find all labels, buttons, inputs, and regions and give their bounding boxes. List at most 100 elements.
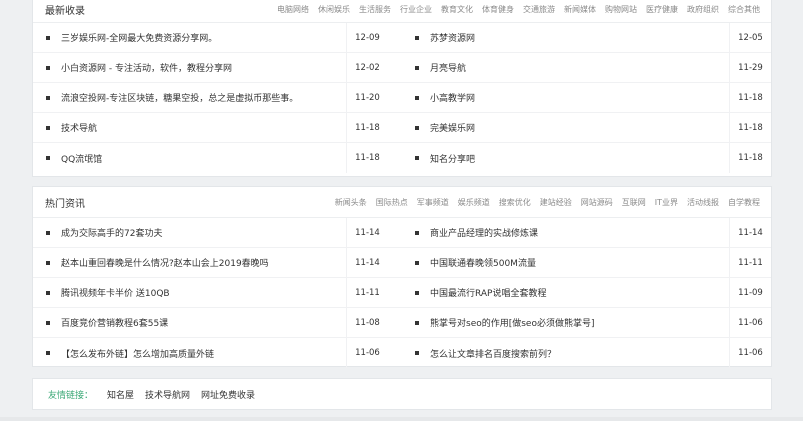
- friend-link-2[interactable]: 网址免费收录: [201, 388, 255, 401]
- list-item-title[interactable]: 月亮导航: [430, 61, 729, 74]
- bullet-icon: [46, 35, 50, 40]
- tab-category-9[interactable]: 医疗健康: [646, 4, 678, 15]
- bullet-icon: [46, 290, 50, 295]
- bullet-icon: [46, 260, 50, 265]
- tab-category-10[interactable]: 政府组织: [687, 4, 719, 15]
- latest-category-tabs: 电脑网络 休闲娱乐 生活服务 行业企业 教育文化 体育健身 交通旅游 新闻媒体 …: [268, 4, 760, 15]
- tab-news-10[interactable]: 自学教程: [728, 197, 760, 208]
- hot-news-title: 热门资讯: [45, 198, 85, 210]
- tab-category-0[interactable]: 电脑网络: [277, 4, 309, 15]
- list-item-title[interactable]: 小白资源网 - 专注活动，软件，教程分享网: [61, 61, 346, 74]
- list-item-title[interactable]: 完美娱乐网: [430, 121, 729, 134]
- list-item-title[interactable]: 腾讯视频年卡半价 送10QB: [61, 286, 346, 299]
- list-item[interactable]: 怎么让文章排名百度搜索前列？ 11-06: [402, 338, 771, 368]
- tab-news-9[interactable]: 活动线报: [687, 197, 719, 208]
- list-item-title[interactable]: 流浪空投网-专注区块链，糖果空投，总之是虚拟币那些事。: [61, 91, 346, 104]
- hot-news-panel: 热门资讯 新闻头条 国际热点 军事频道 娱乐频道 搜索优化 建站经验 网站源码 …: [32, 186, 772, 368]
- tab-news-2[interactable]: 军事频道: [417, 197, 449, 208]
- tab-news-0[interactable]: 新闻头条: [335, 197, 367, 208]
- list-item[interactable]: 中国联通春晚领500M流量 11-11: [402, 248, 771, 278]
- list-item[interactable]: 【怎么发布外链】怎么增加高质量外链 11-06: [33, 338, 402, 368]
- list-item-date: 11-08: [346, 308, 388, 337]
- list-item-title[interactable]: 小高教学网: [430, 91, 729, 104]
- list-item-title[interactable]: 赵本山重回春晚是什么情况?赵本山会上2019春晚吗: [61, 256, 346, 269]
- list-item-date: 11-06: [729, 308, 771, 337]
- list-item-title[interactable]: 中国最流行RAP说唱全套教程: [430, 286, 729, 299]
- bullet-icon: [415, 351, 419, 355]
- hot-news-list-left: 成为交际高手的72套功夫 11-14 赵本山重回春晚是什么情况?赵本山会上2019…: [33, 218, 402, 368]
- tab-category-2[interactable]: 生活服务: [359, 4, 391, 15]
- list-item-date: 11-18: [346, 113, 388, 142]
- latest-panel: 最新收录 电脑网络 休闲娱乐 生活服务 行业企业 教育文化 体育健身 交通旅游 …: [32, 0, 772, 177]
- tab-news-1[interactable]: 国际热点: [376, 197, 408, 208]
- list-item-date: 11-11: [346, 278, 388, 307]
- bullet-icon: [46, 156, 50, 160]
- bullet-icon: [415, 320, 419, 325]
- list-item-date: 11-20: [346, 83, 388, 112]
- list-item[interactable]: 成为交际高手的72套功夫 11-14: [33, 218, 402, 248]
- tab-news-4[interactable]: 搜索优化: [499, 197, 531, 208]
- list-item[interactable]: 小白资源网 - 专注活动，软件，教程分享网 12-02: [33, 53, 402, 83]
- tab-news-6[interactable]: 网站源码: [581, 197, 613, 208]
- list-item[interactable]: 月亮导航 11-29: [402, 53, 771, 83]
- list-item[interactable]: 商业产品经理的实战修炼课 11-14: [402, 218, 771, 248]
- list-item-date: 11-14: [346, 218, 388, 247]
- list-item[interactable]: 完美娱乐网 11-18: [402, 113, 771, 143]
- tab-news-5[interactable]: 建站经验: [540, 197, 572, 208]
- latest-panel-header: 最新收录 电脑网络 休闲娱乐 生活服务 行业企业 教育文化 体育健身 交通旅游 …: [33, 0, 771, 23]
- bullet-icon: [415, 290, 419, 295]
- list-item-title[interactable]: 【怎么发布外链】怎么增加高质量外链: [61, 347, 346, 360]
- list-item[interactable]: 技术导航 11-18: [33, 113, 402, 143]
- tab-category-8[interactable]: 购物网站: [605, 4, 637, 15]
- list-item-date: 11-18: [729, 143, 771, 173]
- friend-link-1[interactable]: 技术导航网: [145, 388, 190, 401]
- list-item-title[interactable]: 怎么让文章排名百度搜索前列？: [430, 347, 729, 360]
- list-item[interactable]: 熊掌号对seo的作用[做seo必须做熊掌号] 11-06: [402, 308, 771, 338]
- list-item-date: 11-18: [729, 83, 771, 112]
- list-item[interactable]: 小高教学网 11-18: [402, 83, 771, 113]
- bullet-icon: [415, 156, 419, 160]
- tab-category-11[interactable]: 综合其他: [728, 4, 760, 15]
- list-item-date: 11-09: [729, 278, 771, 307]
- list-item-title[interactable]: 商业产品经理的实战修炼课: [430, 226, 729, 239]
- list-item-title[interactable]: 百度竞价营销教程6套55课: [61, 316, 346, 329]
- list-item[interactable]: 知名分享吧 11-18: [402, 143, 771, 173]
- list-item[interactable]: 百度竞价营销教程6套55课 11-08: [33, 308, 402, 338]
- list-item-title[interactable]: 苏梦资源网: [430, 31, 729, 44]
- list-item-date: 12-02: [346, 53, 388, 82]
- hot-news-panel-header: 热门资讯 新闻头条 国际热点 军事频道 娱乐频道 搜索优化 建站经验 网站源码 …: [33, 187, 771, 218]
- list-item[interactable]: QQ流氓馆 11-18: [33, 143, 402, 173]
- tab-news-8[interactable]: IT业界: [655, 197, 678, 208]
- list-item-title[interactable]: 知名分享吧: [430, 152, 729, 165]
- tab-category-7[interactable]: 新闻媒体: [564, 4, 596, 15]
- list-item-title[interactable]: 技术导航: [61, 121, 346, 134]
- list-item-title[interactable]: 中国联通春晚领500M流量: [430, 256, 729, 269]
- list-item-title[interactable]: QQ流氓馆: [61, 152, 346, 165]
- bullet-icon: [415, 230, 419, 235]
- list-item[interactable]: 流浪空投网-专注区块链，糖果空投，总之是虚拟币那些事。 11-20: [33, 83, 402, 113]
- tab-news-3[interactable]: 娱乐频道: [458, 197, 490, 208]
- list-item-title[interactable]: 成为交际高手的72套功夫: [61, 226, 346, 239]
- list-item-date: 11-06: [346, 338, 388, 368]
- list-item[interactable]: 三岁娱乐网-全网最大免费资源分享网。 12-09: [33, 23, 402, 53]
- list-item[interactable]: 腾讯视频年卡半价 送10QB 11-11: [33, 278, 402, 308]
- bullet-icon: [46, 65, 50, 70]
- tab-category-4[interactable]: 教育文化: [441, 4, 473, 15]
- list-item-date: 11-11: [729, 248, 771, 277]
- list-item-date: 11-06: [729, 338, 771, 368]
- bullet-icon: [415, 65, 419, 70]
- tab-category-1[interactable]: 休闲娱乐: [318, 4, 350, 15]
- list-item[interactable]: 赵本山重回春晚是什么情况?赵本山会上2019春晚吗 11-14: [33, 248, 402, 278]
- latest-list-grid: 三岁娱乐网-全网最大免费资源分享网。 12-09 小白资源网 - 专注活动，软件，…: [33, 23, 771, 173]
- tab-category-3[interactable]: 行业企业: [400, 4, 432, 15]
- list-item[interactable]: 中国最流行RAP说唱全套教程 11-09: [402, 278, 771, 308]
- list-item-date: 11-14: [346, 248, 388, 277]
- list-item-date: 11-18: [346, 143, 388, 173]
- list-item[interactable]: 苏梦资源网 12-05: [402, 23, 771, 53]
- list-item-title[interactable]: 三岁娱乐网-全网最大免费资源分享网。: [61, 31, 346, 44]
- friend-link-0[interactable]: 知名屋: [107, 388, 134, 401]
- tab-category-6[interactable]: 交通旅游: [523, 4, 555, 15]
- list-item-title[interactable]: 熊掌号对seo的作用[做seo必须做熊掌号]: [430, 316, 729, 329]
- tab-category-5[interactable]: 体育健身: [482, 4, 514, 15]
- tab-news-7[interactable]: 互联网: [622, 197, 646, 208]
